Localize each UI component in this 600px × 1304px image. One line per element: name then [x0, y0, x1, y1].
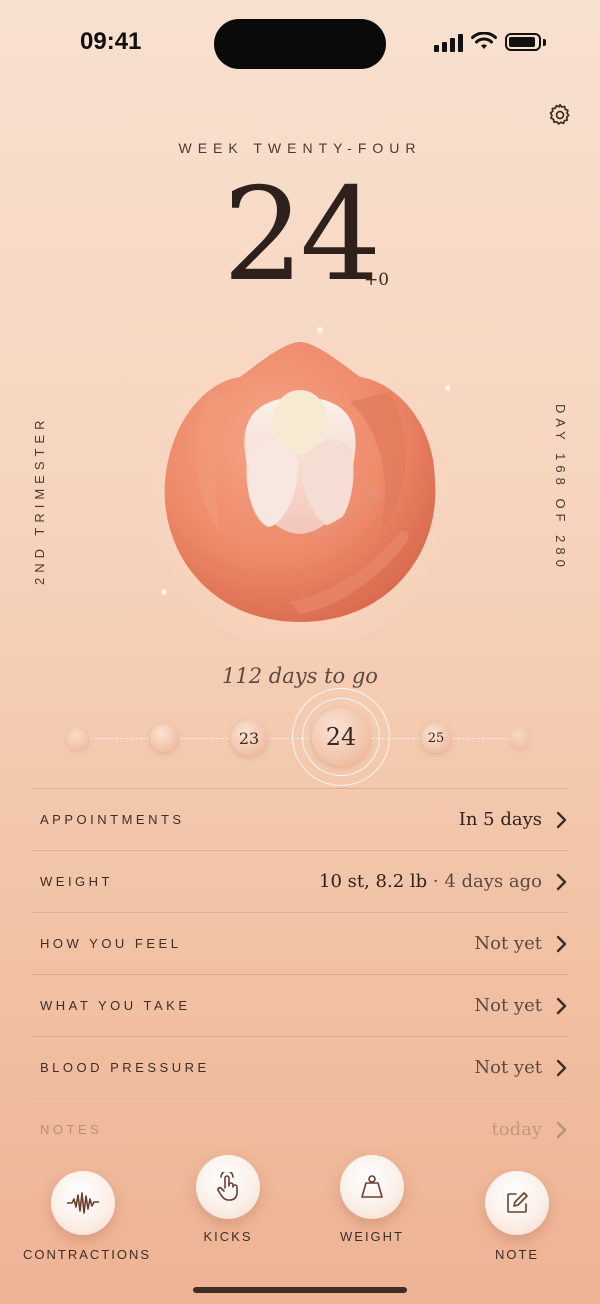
timeline-week-current[interactable]: 24: [312, 708, 370, 766]
weight-button[interactable]: [340, 1155, 404, 1219]
row-label: HOW YOU FEEL: [40, 936, 182, 951]
row-weight[interactable]: WEIGHT 10 st, 8.2 lb · 4 days ago: [32, 850, 568, 912]
tab-label: CONTRACTIONS: [23, 1247, 151, 1262]
tab-label: KICKS: [203, 1229, 253, 1244]
timeline-dot[interactable]: [150, 724, 178, 752]
row-notes[interactable]: NOTES today: [32, 1098, 568, 1160]
row-value: today: [491, 1119, 543, 1140]
row-value: 10 st, 8.2 lb · 4 days ago: [319, 871, 542, 892]
hand-tap-icon: [217, 1172, 238, 1201]
home-indicator[interactable]: [193, 1287, 407, 1293]
contractions-button[interactable]: [51, 1171, 115, 1235]
week-number: 24: [222, 161, 382, 310]
row-value: Not yet: [474, 1057, 542, 1078]
row-label: BLOOD PRESSURE: [40, 1060, 210, 1075]
note-button[interactable]: [485, 1171, 549, 1235]
chevron-right-icon: [556, 1059, 567, 1076]
week-label: WEEK TWENTY-FOUR: [178, 140, 422, 156]
tulip-illustration: [150, 327, 450, 642]
trimester-label: 2ND TRIMESTER: [32, 415, 47, 586]
row-value: Not yet: [474, 995, 542, 1016]
tracking-list: APPOINTMENTS In 5 days WEIGHT 10 st, 8.2…: [32, 788, 568, 1160]
kicks-button[interactable]: [196, 1155, 260, 1219]
day-progress-label: DAY 168 OF 280: [553, 404, 568, 572]
dynamic-island: [214, 19, 386, 69]
row-value: In 5 days: [458, 809, 542, 830]
battery-icon: [505, 33, 541, 51]
row-blood-pressure[interactable]: BLOOD PRESSURE Not yet: [32, 1036, 568, 1098]
timeline-week-prev[interactable]: 23: [231, 720, 267, 756]
status-icons: [434, 32, 546, 52]
gear-icon[interactable]: [547, 102, 573, 128]
row-label: APPOINTMENTS: [40, 812, 185, 827]
chevron-right-icon: [556, 873, 567, 890]
tab-weight[interactable]: WEIGHT: [312, 1155, 432, 1244]
weight-value: 10 st, 8.2 lb: [319, 871, 428, 892]
days-to-go: 112 days to go: [222, 664, 378, 688]
tab-contractions[interactable]: CONTRACTIONS: [23, 1171, 151, 1262]
chevron-right-icon: [556, 1121, 567, 1138]
row-label: WEIGHT: [40, 874, 113, 889]
tab-label: NOTE: [494, 1247, 540, 1262]
weight-date: · 4 days ago: [427, 871, 542, 892]
wifi-icon: [471, 32, 497, 49]
waveform-icon: [67, 1192, 99, 1214]
days-offset: +0: [364, 270, 390, 290]
edit-note-icon: [507, 1192, 528, 1213]
status-time: 09:41: [80, 28, 142, 55]
row-value: Not yet: [474, 933, 542, 954]
row-label: WHAT YOU TAKE: [40, 998, 191, 1013]
chevron-right-icon: [556, 935, 567, 952]
tab-note[interactable]: NOTE: [457, 1171, 577, 1262]
timeline-dot[interactable]: [510, 728, 530, 748]
chevron-right-icon: [556, 997, 567, 1014]
signal-icon: [434, 32, 463, 52]
row-how-you-feel[interactable]: HOW YOU FEEL Not yet: [32, 912, 568, 974]
tab-label: WEIGHT: [340, 1229, 404, 1244]
row-label: NOTES: [40, 1122, 103, 1137]
timeline-week-next[interactable]: 25: [421, 723, 451, 753]
row-appointments[interactable]: APPOINTMENTS In 5 days: [32, 788, 568, 850]
tab-kicks[interactable]: KICKS: [168, 1155, 288, 1244]
chevron-right-icon: [556, 811, 567, 828]
timeline-dot[interactable]: [67, 728, 89, 750]
scale-weight-icon: [361, 1175, 383, 1198]
row-what-you-take[interactable]: WHAT YOU TAKE Not yet: [32, 974, 568, 1036]
